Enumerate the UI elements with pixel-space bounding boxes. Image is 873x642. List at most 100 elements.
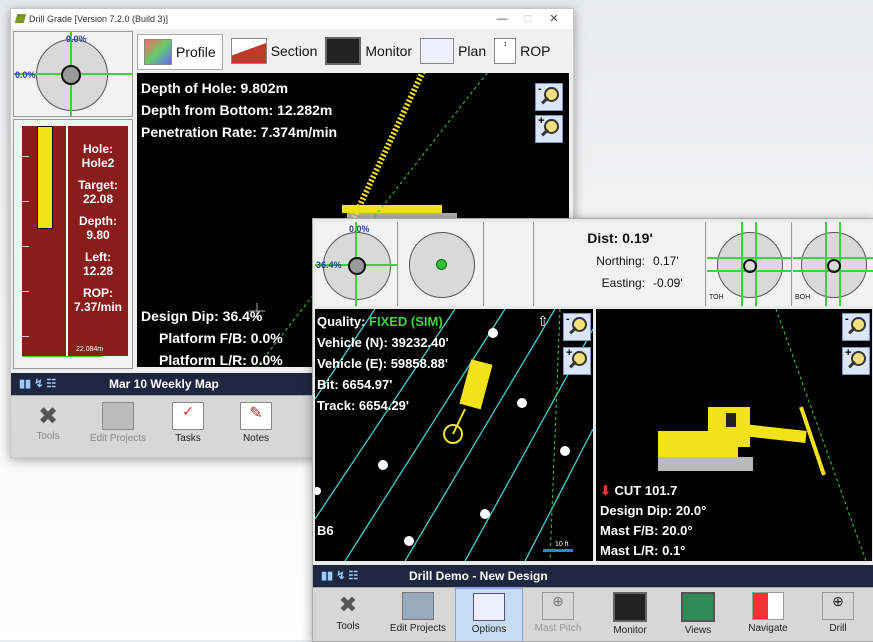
profile-zoom-out-button[interactable]: -: [842, 313, 870, 341]
status-icons-2: ▮▮ ↯ ☷: [321, 570, 359, 582]
maximize-icon[interactable]: □: [515, 13, 541, 25]
notes-label: Notes: [242, 433, 270, 444]
tasks-icon: ✓: [172, 402, 204, 430]
title-bar: Drill Grade [Version 7.2.0 (Build 3)] — □…: [11, 9, 573, 29]
tasks-button[interactable]: ✓ Tasks: [157, 402, 219, 444]
monitor-button[interactable]: Monitor: [597, 592, 663, 636]
boh-label: BOH: [795, 294, 811, 301]
quality-label: Quality:: [317, 314, 366, 329]
tilt-gauge-2: 0.0% 36.4%: [315, 222, 398, 306]
position-gauge: [399, 222, 484, 306]
navigate-icon: [752, 592, 784, 620]
monitor-label: Monitor: [613, 625, 647, 636]
dist-value: 0.19': [622, 230, 653, 246]
scale-bottom: 22.084m: [76, 346, 104, 353]
options-label: Options: [471, 624, 507, 635]
depth-label: Depth:: [79, 214, 117, 228]
tab-plan[interactable]: Plan: [420, 34, 486, 68]
platform-fb: Platform F/B: 0.0%: [159, 330, 283, 346]
mast-pitch-button[interactable]: ⊕ Mast Pitch: [525, 592, 591, 634]
easting-label: Easting:: [601, 276, 645, 290]
boh-gauge: BOH: [793, 222, 873, 306]
rop-label: ROP:: [83, 286, 113, 300]
drill-demo-window: 0.0% 36.4% Dist: 0.19' Northing: 0.17' E…: [312, 218, 873, 642]
design-dip: Design Dip: 36.4%: [141, 308, 263, 324]
mast-pitch-icon: ⊕: [542, 592, 574, 620]
vehicle-n: Vehicle (N): 39232.40': [317, 335, 449, 350]
toh-label: TOH: [709, 294, 724, 301]
tools-button[interactable]: ✖ Tools: [17, 402, 79, 442]
tools-label: Tools: [36, 431, 60, 442]
navigate-button[interactable]: Navigate: [735, 592, 801, 634]
rop-icon: ↕: [494, 38, 517, 64]
status-bar-2: ▮▮ ↯ ☷ Drill Demo - New Design: [313, 565, 873, 587]
cut-arrow-icon: ⬇: [600, 483, 611, 498]
status-design-name: Drill Demo - New Design: [409, 569, 548, 583]
edit-projects-label-2: Edit Projects: [389, 623, 447, 634]
vehicle-e: Vehicle (E): 59858.88': [317, 356, 449, 371]
minimize-icon[interactable]: —: [489, 13, 515, 25]
cut-value: CUT 101.7: [614, 483, 678, 498]
tab-monitor[interactable]: Monitor: [325, 34, 412, 68]
edit-projects-icon: [102, 402, 134, 430]
gauge2-left-value: 36.4%: [316, 260, 342, 270]
notes-button[interactable]: ✎ Notes: [225, 402, 287, 444]
drill-label: Drill: [829, 623, 847, 634]
tab-section[interactable]: Section: [230, 34, 317, 68]
northing-value: 0.17': [653, 254, 679, 268]
hole-label: Hole:: [83, 142, 113, 156]
edit-projects-button-2[interactable]: Edit Projects: [385, 592, 451, 634]
status-icons: ▮▮ ↯ ☷: [19, 378, 57, 390]
plan-zoom-in-button[interactable]: +: [563, 347, 591, 375]
section-icon: [230, 38, 267, 64]
plan-view[interactable]: Quality: FIXED (SIM) Vehicle (N): 39232.…: [315, 309, 593, 561]
toh-gauge: TOH: [707, 222, 792, 306]
design-dip-2: Design Dip: 20.0°: [600, 503, 707, 518]
close-icon[interactable]: ✕: [541, 12, 567, 25]
navigate-label: Navigate: [748, 623, 788, 634]
depth-of-hole: Depth of Hole: 9.802m: [141, 80, 289, 96]
mast-pitch-label: Mast Pitch: [534, 623, 582, 634]
tab-profile[interactable]: Profile: [137, 34, 223, 70]
gauge-target-icon: [61, 65, 81, 85]
bottom-toolbar-2: ✖ Tools Edit Projects Options ⊕ Mast Pit…: [313, 587, 873, 641]
zoom-out-button[interactable]: -: [535, 83, 563, 111]
hole-value: Hole2: [81, 156, 115, 170]
options-button[interactable]: Options: [455, 588, 523, 641]
notes-icon: ✎: [240, 402, 272, 430]
edit-projects-icon: [402, 592, 434, 620]
gauge-target-icon: [348, 257, 366, 275]
distance-panel: Dist: 0.19' Northing: 0.17' Easting: -0.…: [535, 222, 706, 306]
left-label: Left:: [85, 250, 111, 264]
penetration-rate: Penetration Rate: 7.374m/min: [141, 124, 338, 140]
plan-zoom-out-button[interactable]: -: [563, 313, 591, 341]
bit-value: Bit: 6654.97': [317, 377, 393, 392]
target-line: [22, 356, 102, 357]
tab-rop[interactable]: ↕ ROP: [494, 34, 550, 68]
drill-button[interactable]: ⊕ Drill: [805, 592, 871, 634]
depth-from-bottom: Depth from Bottom: 12.282m: [141, 102, 333, 118]
tools-button-2[interactable]: ✖ Tools: [317, 592, 379, 632]
mast-fb: Mast F/B: 20.0°: [600, 523, 693, 538]
tab-profile-label: Profile: [176, 44, 216, 60]
track-value: Track: 6654.29': [317, 398, 409, 413]
window-title: Drill Grade [Version 7.2.0 (Build 3)]: [29, 14, 169, 24]
views-button[interactable]: Views: [665, 592, 731, 636]
target-value: 22.08: [82, 192, 114, 206]
north-arrow-icon[interactable]: ⇧: [537, 313, 549, 330]
machine-profile-view[interactable]: - + ⬇ CUT 101.7 Design Dip: 20.0° Mast F…: [596, 309, 872, 561]
zoom-in-button[interactable]: +: [535, 115, 563, 143]
boh-marker-icon: [827, 259, 841, 273]
edit-projects-button[interactable]: Edit Projects: [83, 402, 153, 444]
edit-projects-label: Edit Projects: [89, 433, 147, 444]
profile-icon: [144, 39, 172, 65]
mast-lr: Mast L/R: 0.1°: [600, 543, 686, 558]
tilt-gauge: 0.0% 0.0%: [13, 31, 133, 117]
tools-label-2: Tools: [336, 621, 360, 632]
rop-value: 7.37/min: [73, 300, 123, 314]
target-label: Target:: [78, 178, 118, 192]
scale-label: 10 ft: [555, 541, 569, 548]
blank-cell: [485, 222, 534, 306]
profile-zoom-in-button[interactable]: +: [842, 347, 870, 375]
options-icon: [473, 593, 505, 621]
